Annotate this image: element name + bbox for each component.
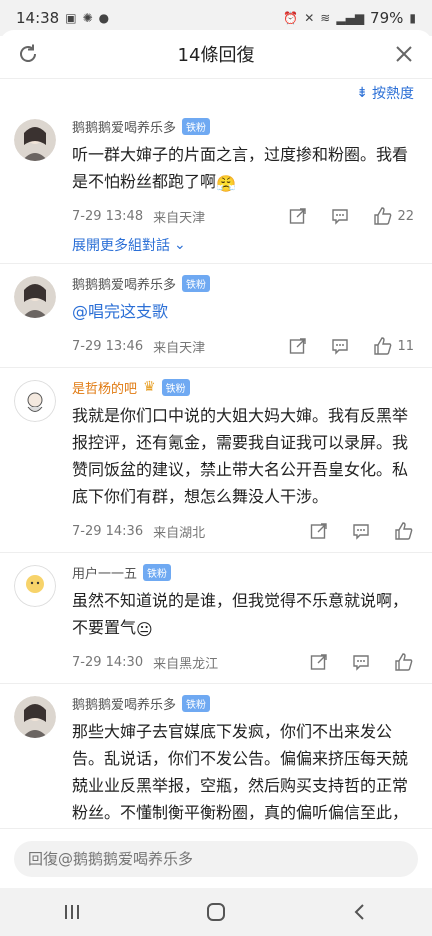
comment-time: 7-29 13:48 <box>72 208 144 224</box>
comment-item: 是哲杨的吧 ♛ 铁粉 我就是你们口中说的大姐大妈大婶。我有反黑举报控评，还有氪金… <box>0 368 432 553</box>
comment-text: 听一群大婶子的片面之言，过度掺和粉圈。我看是不怕粉丝都跑了啊😤 <box>72 145 409 193</box>
comment-location: 来自黑龙江 <box>153 656 219 672</box>
reply-button[interactable] <box>331 337 349 355</box>
share-icon <box>290 338 307 354</box>
reply-button[interactable] <box>352 522 370 540</box>
comment-time: 7-29 14:36 <box>72 523 144 539</box>
emoji-icon: 😐 <box>136 620 153 639</box>
reply-bar <box>0 828 432 889</box>
status-time: 14:38 <box>16 9 60 27</box>
share-button[interactable] <box>289 207 307 225</box>
refresh-icon[interactable] <box>16 42 40 66</box>
crown-icon: ♛ <box>143 379 156 395</box>
share-button[interactable] <box>310 653 328 671</box>
avatar[interactable] <box>14 276 56 318</box>
comment-icon <box>332 209 349 225</box>
username[interactable]: 鹅鹅鹅爱喝养乐多 <box>72 694 176 713</box>
sort-label: 按熱度 <box>372 86 414 102</box>
fan-badge: 铁粉 <box>182 274 211 292</box>
comment-item: 鹅鹅鹅爱喝养乐多 铁粉 @唱完这支歌 7-29 13:46 来自天津 11 <box>0 264 432 368</box>
gallery-icon: ▣ <box>65 11 77 25</box>
expand-label: 展開更多組對話 <box>72 238 170 254</box>
gear-icon: ✺ <box>82 11 93 25</box>
avatar[interactable] <box>14 119 56 161</box>
comment-icon <box>353 524 369 540</box>
fan-badge: 铁粉 <box>182 117 211 135</box>
username[interactable]: 鹅鹅鹅爱喝养乐多 <box>72 274 176 293</box>
system-nav-bar <box>0 888 432 936</box>
comment-item: 用户一一五 铁粉 虽然不知道说的是谁，但我觉得不乐意就说啊，不要置气😐 7-29… <box>0 553 432 684</box>
home-button[interactable] <box>186 892 246 932</box>
home-icon <box>207 903 225 921</box>
share-icon <box>310 654 327 670</box>
share-button[interactable] <box>289 337 307 355</box>
thumbs-up-icon <box>395 522 413 540</box>
share-button[interactable] <box>310 522 328 540</box>
recent-apps-button[interactable] <box>42 892 102 932</box>
battery-icon: ▮ <box>409 11 416 25</box>
page-title: 14條回復 <box>177 45 255 66</box>
share-icon <box>310 523 327 539</box>
comment-text: 我就是你们口中说的大姐大妈大婶。我有反黑举报控评，还有氪金，需要我自证我可以录屏… <box>72 406 409 506</box>
username[interactable]: 鹅鹅鹅爱喝养乐多 <box>72 117 176 136</box>
battery-level: 79% <box>370 9 404 27</box>
share-icon <box>290 208 307 224</box>
avatar[interactable] <box>14 696 56 738</box>
fan-badge: 铁粉 <box>182 694 211 712</box>
chevron-down-icon: ⌄ <box>174 237 186 253</box>
mute-icon: ✕ <box>304 11 315 25</box>
mention-link[interactable]: @唱完这支歌 <box>72 302 168 321</box>
header: 14條回復 <box>0 30 432 79</box>
comment-text: @唱完这支歌 <box>72 298 414 325</box>
sort-toggle[interactable]: ⇟ 按熱度 <box>0 79 432 107</box>
comment-icon <box>353 655 369 671</box>
thumbs-up-icon <box>374 207 392 225</box>
chat-icon: ● <box>98 11 110 25</box>
reply-button[interactable] <box>331 207 349 225</box>
alarm-icon: ⏰ <box>283 11 299 25</box>
comment-location: 来自天津 <box>153 210 206 226</box>
fan-badge: 铁粉 <box>143 563 172 581</box>
avatar[interactable] <box>14 565 56 607</box>
back-icon <box>354 904 364 920</box>
thumbs-up-icon <box>374 337 392 355</box>
emoji-icon: 😤 <box>216 174 236 193</box>
username[interactable]: 用户一一五 <box>72 563 137 582</box>
comments-sheet: 14條回復 ⇟ 按熱度 鹅鹅鹅爱喝养乐多 铁粉 听一群大婶子的片面之言，过度掺和… <box>0 30 432 900</box>
comment-location: 来自天津 <box>153 340 206 356</box>
avatar[interactable] <box>14 380 56 422</box>
close-icon[interactable] <box>392 42 416 66</box>
expand-thread-link[interactable]: 展開更多組對話 ⌄ <box>72 235 414 255</box>
recent-apps-icon <box>65 905 79 919</box>
like-button[interactable]: 11 <box>373 336 414 356</box>
back-button[interactable] <box>330 892 390 932</box>
thumbs-up-icon <box>395 653 413 671</box>
fan-badge: 铁粉 <box>161 378 190 396</box>
reply-button[interactable] <box>352 653 370 671</box>
like-count: 22 <box>397 208 414 224</box>
comment-time: 7-29 14:30 <box>72 654 144 670</box>
comment-icon <box>332 339 349 355</box>
like-button[interactable] <box>394 521 414 541</box>
comment-location: 来自湖北 <box>153 525 206 541</box>
reply-input[interactable] <box>14 841 418 877</box>
comment-text: 虽然不知道说的是谁，但我觉得不乐意就说啊，不要置气😐 <box>72 591 409 639</box>
like-button[interactable]: 22 <box>373 206 414 226</box>
sort-icon: ⇟ <box>356 85 368 101</box>
comment-time: 7-29 13:46 <box>72 338 144 354</box>
like-button[interactable] <box>394 652 414 672</box>
wifi-icon: ≋ <box>320 11 331 25</box>
like-count: 11 <box>397 338 414 354</box>
signal-icon: ▂▄▆ <box>336 11 365 25</box>
username[interactable]: 是哲杨的吧 <box>72 378 137 397</box>
comment-item: 鹅鹅鹅爱喝养乐多 铁粉 听一群大婶子的片面之言，过度掺和粉圈。我看是不怕粉丝都跑… <box>0 107 432 264</box>
